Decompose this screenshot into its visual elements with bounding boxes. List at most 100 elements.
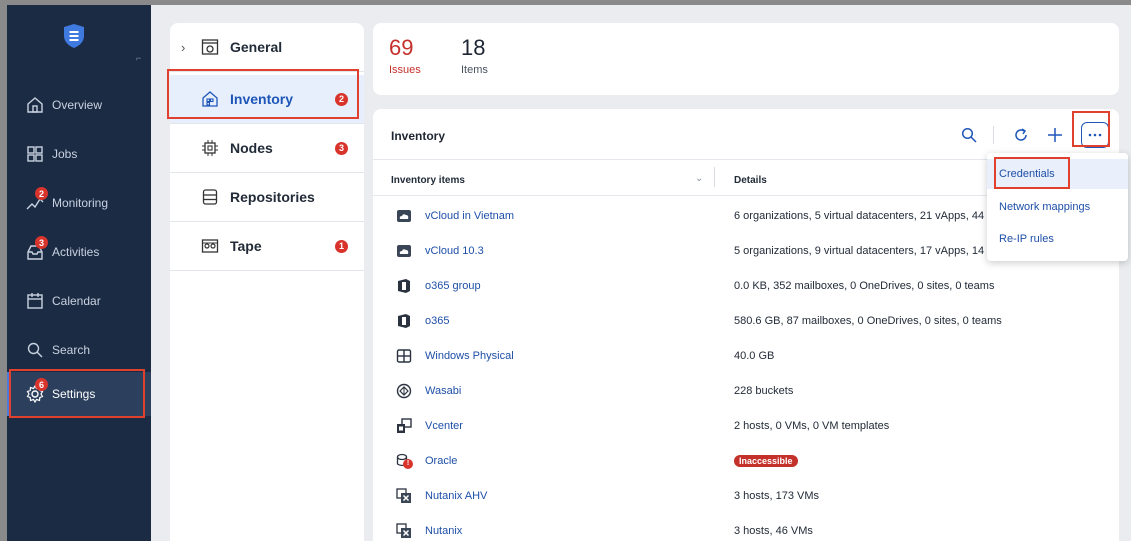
nav-label: Activities: [52, 245, 100, 259]
items-count: 18: [461, 35, 486, 60]
divider: [170, 270, 364, 271]
vcenter-icon: [395, 417, 413, 435]
nav-item-overview[interactable]: Overview: [7, 83, 151, 127]
credentials-highlight-box: [994, 157, 1070, 189]
nodes-badge: 3: [335, 141, 348, 155]
issues-count: 69: [389, 35, 414, 60]
nav-item-jobs[interactable]: Jobs: [7, 132, 151, 176]
table-row[interactable]: Wasabi 228 buckets: [373, 373, 1119, 408]
nav-item-monitoring[interactable]: 2 Monitoring: [7, 181, 151, 225]
row-name[interactable]: Nutanix: [425, 525, 462, 537]
row-details: 6 organizations, 5 virtual datacenters, …: [734, 209, 995, 222]
row-details: 580.6 GB, 87 mailboxes, 0 OneDrives, 0 s…: [734, 314, 1002, 327]
row-name[interactable]: vCloud in Vietnam: [425, 210, 514, 222]
row-name[interactable]: Oracle: [425, 455, 457, 467]
grid-icon: [25, 144, 45, 164]
settings-item-label: Nodes: [230, 140, 273, 156]
row-name[interactable]: o365 group: [425, 280, 481, 292]
items-stat[interactable]: 18 Items: [461, 35, 488, 76]
settings-item-repositories[interactable]: Repositories: [170, 173, 364, 221]
menu-item-network-mappings[interactable]: Network mappings: [987, 192, 1128, 222]
inbox-icon: 3: [25, 236, 48, 262]
row-name[interactable]: Wasabi: [425, 385, 461, 397]
database-icon: [200, 187, 220, 207]
oracle-icon: !: [395, 452, 413, 470]
table-row[interactable]: ! Oracle Inaccessible: [373, 443, 1119, 478]
wasabi-icon: [395, 382, 413, 400]
pulse-icon: 2: [25, 187, 48, 213]
left-nav: ⌐ Overview Jobs 2 Monitoring 3 Activitie…: [7, 5, 151, 541]
add-button[interactable]: [1041, 121, 1069, 149]
search-button[interactable]: [955, 121, 983, 149]
app-logo-icon[interactable]: [63, 23, 85, 49]
issues-stat[interactable]: 69 Issues: [389, 35, 421, 76]
nav-item-calendar[interactable]: Calendar: [7, 279, 151, 323]
nutanix-icon: [395, 487, 413, 505]
nav-label: Monitoring: [52, 196, 109, 210]
table-row[interactable]: o365 group 0.0 KB, 352 mailboxes, 0 OneD…: [373, 268, 1119, 303]
cloud-icon: [395, 207, 413, 225]
toolbar-separator: [993, 126, 994, 144]
nav-label: Calendar: [52, 294, 101, 308]
table-row[interactable]: Nutanix 3 hosts, 46 VMs: [373, 513, 1119, 541]
row-details: 40.0 GB: [734, 349, 775, 362]
settings-item-label: Repositories: [230, 189, 315, 205]
inventory-highlight-box: [167, 69, 359, 119]
chip-icon: [200, 138, 220, 158]
search-icon: [961, 127, 977, 143]
column-header-items[interactable]: Inventory items: [391, 175, 465, 186]
row-name[interactable]: Windows Physical: [425, 350, 514, 362]
nav-item-activities[interactable]: 3 Activities: [7, 230, 151, 274]
table-row[interactable]: o365 580.6 GB, 87 mailboxes, 0 OneDrives…: [373, 303, 1119, 338]
settings-item-nodes[interactable]: Nodes 3: [170, 124, 364, 172]
column-header-details[interactable]: Details: [734, 175, 767, 186]
windows-icon: [395, 347, 413, 365]
row-details: 228 buckets: [734, 384, 794, 397]
row-name[interactable]: Nutanix AHV: [425, 490, 487, 502]
settings-item-general[interactable]: › General: [170, 23, 364, 71]
row-details: 3 hosts, 173 VMs: [734, 489, 819, 502]
table-row[interactable]: Vcenter 2 hosts, 0 VMs, 0 VM templates: [373, 408, 1119, 443]
row-details: 3 hosts, 46 VMs: [734, 524, 813, 537]
table-row[interactable]: Nutanix AHV 3 hosts, 173 VMs: [373, 478, 1119, 513]
home-icon: [25, 95, 45, 115]
search-icon: [25, 340, 45, 360]
items-label: Items: [461, 64, 488, 76]
office-icon: [395, 312, 413, 330]
cloud-icon: [395, 242, 413, 260]
nav-label: Overview: [52, 98, 103, 112]
settings-highlight-box: [9, 369, 145, 418]
row-details: 0.0 KB, 352 mailboxes, 0 OneDrives, 0 si…: [734, 279, 995, 292]
refresh-icon: [1015, 128, 1027, 141]
error-badge: !: [403, 458, 413, 469]
chevron-down-icon[interactable]: ⌄: [695, 173, 703, 184]
inventory-title: Inventory: [391, 129, 446, 143]
table-row[interactable]: Windows Physical 40.0 GB: [373, 338, 1119, 373]
tape-badge: 1: [335, 239, 348, 253]
column-resizer[interactable]: [714, 167, 715, 187]
row-name[interactable]: Vcenter: [425, 420, 463, 432]
row-details: 5 organizations, 9 virtual datacenters, …: [734, 244, 995, 257]
general-settings-icon: [200, 37, 220, 57]
collapse-corner-icon[interactable]: ⌐: [136, 53, 141, 63]
calendar-icon: [25, 291, 45, 311]
nav-label: Jobs: [52, 147, 78, 161]
settings-item-label: General: [230, 39, 283, 55]
nutanix-icon: [395, 522, 413, 540]
office-icon: [395, 277, 413, 295]
settings-item-tape[interactable]: Tape 1: [170, 222, 364, 270]
issues-label: Issues: [389, 64, 421, 76]
settings-item-label: Tape: [230, 238, 262, 254]
nav-item-search[interactable]: Search: [7, 328, 151, 372]
monitoring-badge: 2: [35, 187, 48, 200]
refresh-button[interactable]: [1007, 121, 1035, 149]
chevron-right-icon[interactable]: ›: [181, 40, 185, 55]
more-options-highlight-box: [1072, 111, 1110, 147]
row-name[interactable]: vCloud 10.3: [425, 245, 484, 257]
menu-item-re-ip-rules[interactable]: Re-IP rules: [987, 224, 1128, 254]
activities-badge: 3: [35, 236, 48, 249]
plus-icon: [1048, 128, 1062, 142]
app-frame: ⌐ Overview Jobs 2 Monitoring 3 Activitie…: [7, 5, 1131, 541]
status-badge: Inaccessible: [734, 454, 798, 467]
row-name[interactable]: o365: [425, 315, 449, 327]
